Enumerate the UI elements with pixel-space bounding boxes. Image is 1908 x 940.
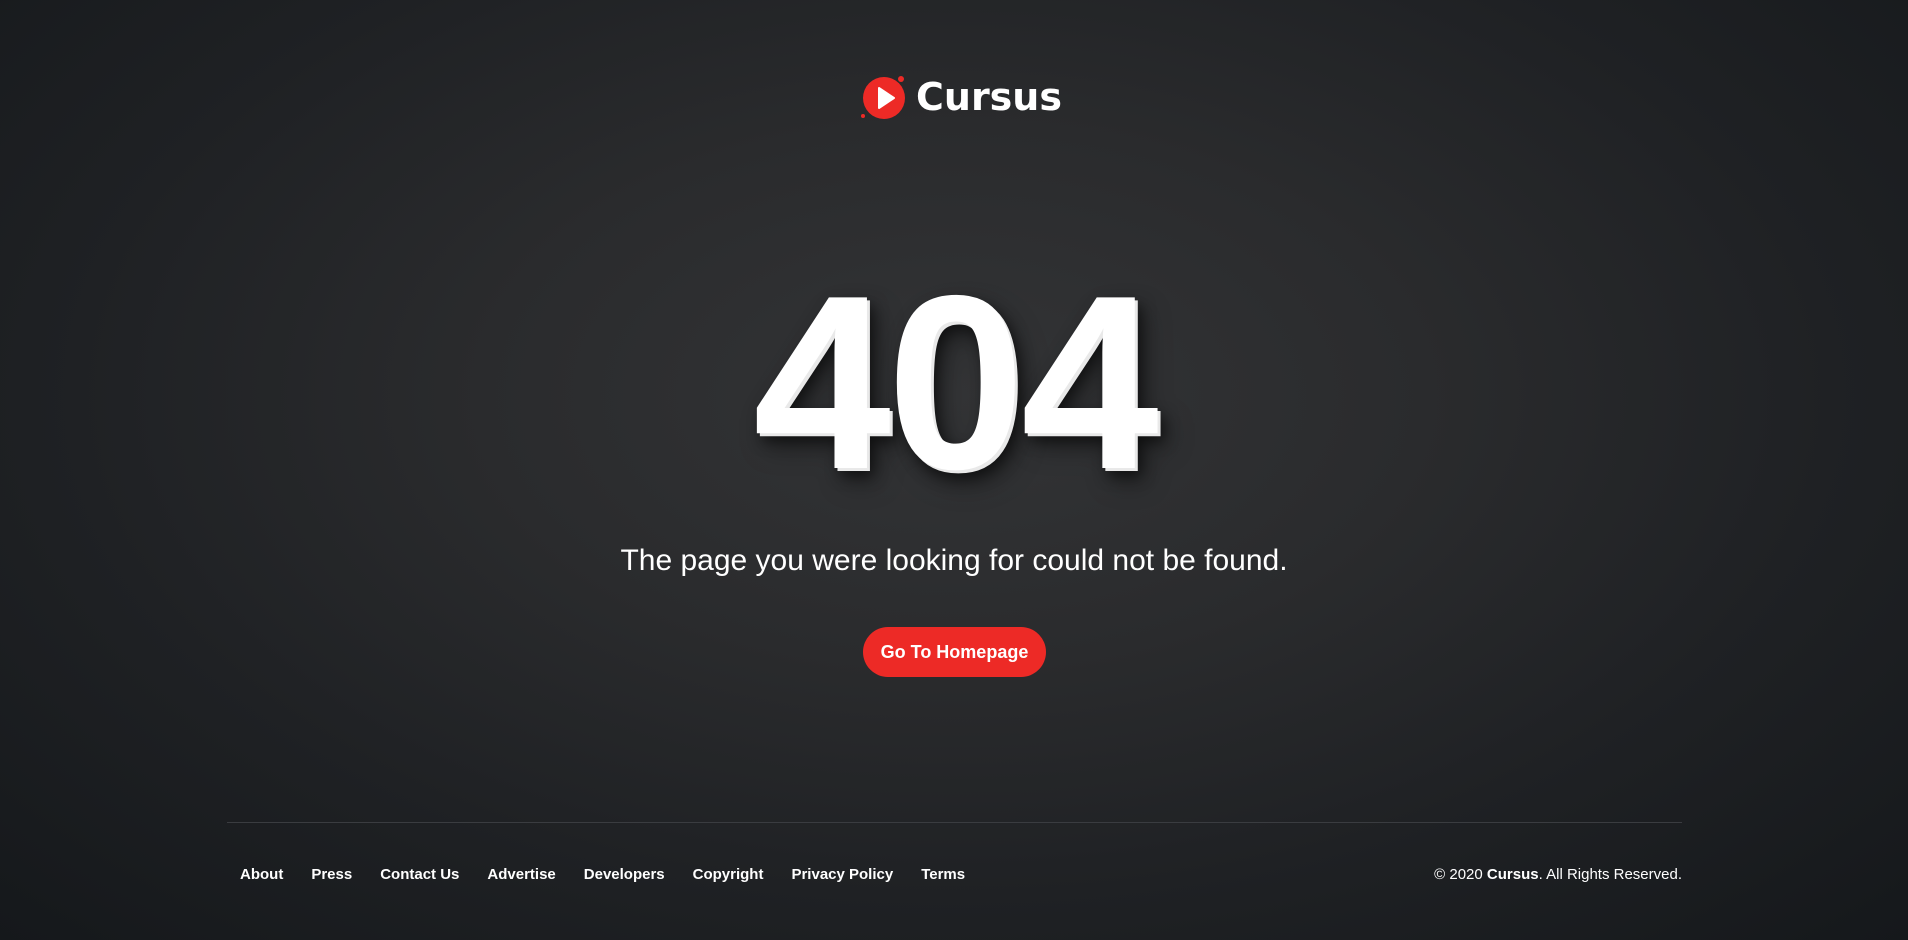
- go-to-homepage-button[interactable]: Go To Homepage: [863, 627, 1046, 677]
- footer-link-terms[interactable]: Terms: [921, 866, 965, 883]
- footer-link-copyright[interactable]: Copyright: [693, 866, 764, 883]
- copyright-suffix: . All Rights Reserved.: [1538, 866, 1682, 883]
- footer-link-press[interactable]: Press: [311, 866, 352, 883]
- footer-link-privacy-policy[interactable]: Privacy Policy: [791, 866, 893, 883]
- footer-link-developers[interactable]: Developers: [584, 866, 665, 883]
- error-message: The page you were looking for could not …: [620, 544, 1288, 577]
- logo-link[interactable]: Cursus: [860, 72, 1062, 122]
- footer-divider: [227, 822, 1682, 823]
- brand-name: Cursus: [916, 75, 1062, 119]
- footer-link-advertise[interactable]: Advertise: [487, 866, 555, 883]
- footer-link-about[interactable]: About: [240, 866, 283, 883]
- play-icon: [860, 72, 910, 122]
- copyright-brand: Cursus: [1486, 866, 1539, 883]
- footer-link-contact-us[interactable]: Contact Us: [380, 866, 459, 883]
- error-code: 404: [753, 243, 1159, 521]
- copyright-prefix: © 2020: [1434, 866, 1487, 883]
- copyright-notice: © 2020 Cursus. All Rights Reserved.: [1434, 866, 1682, 883]
- footer-nav: About Press Contact Us Advertise Develop…: [240, 866, 993, 883]
